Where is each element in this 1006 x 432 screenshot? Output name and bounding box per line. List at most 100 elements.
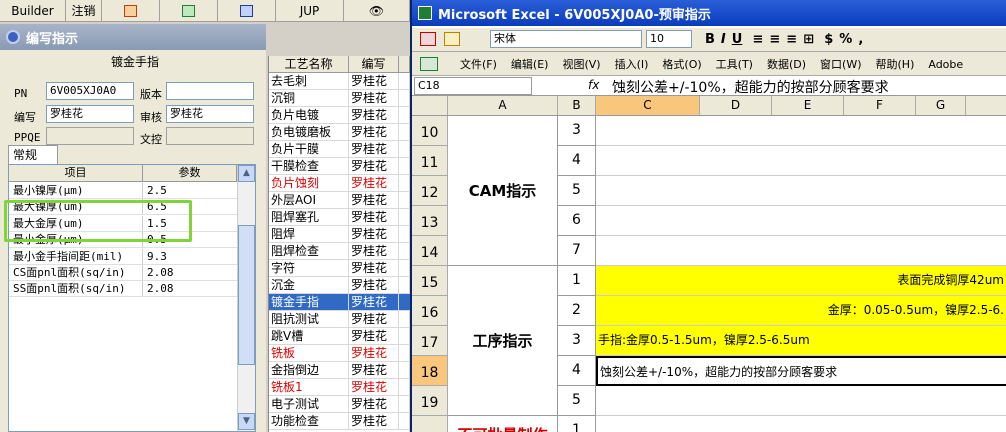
doc-icon[interactable] xyxy=(420,56,438,71)
process-row[interactable]: 铣板1 罗桂花 xyxy=(269,379,410,396)
cell-C[interactable] xyxy=(596,416,1006,432)
process-row[interactable]: 干膜检查 罗桂花 xyxy=(269,158,410,175)
row-header[interactable]: 11 xyxy=(412,146,448,176)
scroll-down-icon[interactable]: ▼ xyxy=(238,413,255,430)
col-param-header[interactable]: 参数 xyxy=(143,165,237,181)
process-row[interactable]: 铣板 罗桂花 xyxy=(269,345,410,362)
cell-B[interactable]: 2 xyxy=(558,296,596,326)
row-header[interactable]: 15 xyxy=(412,266,448,296)
row-header[interactable]: 19 xyxy=(412,386,448,416)
param-value[interactable]: 2.5 xyxy=(143,183,237,198)
jup-button[interactable]: JUP xyxy=(276,0,344,21)
param-row[interactable]: CS面pnl面积(sq/in) 2.08 xyxy=(9,265,237,281)
font-select[interactable]: 宋体 xyxy=(490,30,642,48)
eye-icon[interactable]: 👁 xyxy=(344,0,410,21)
cell-C[interactable]: 表面完成铜厚42um xyxy=(596,266,1006,296)
menu-item[interactable]: 插入(I) xyxy=(615,58,649,71)
cell-C[interactable] xyxy=(596,146,1006,176)
menu-item[interactable]: 格式(O) xyxy=(662,58,701,71)
col-writer[interactable]: 编写 xyxy=(349,56,399,72)
no-batch-cell[interactable]: 不可批量制作 xyxy=(448,416,558,432)
col-E[interactable]: E xyxy=(772,96,844,115)
process-row[interactable]: 镀金手指 罗桂花 xyxy=(269,294,410,311)
cell-B[interactable]: 7 xyxy=(558,236,596,266)
row-header[interactable] xyxy=(412,416,448,432)
process-row[interactable]: 负电镀磨板 罗桂花 xyxy=(269,124,410,141)
menu-item[interactable]: 工具(T) xyxy=(716,58,753,71)
comma-icon[interactable]: , xyxy=(858,32,863,47)
process-row[interactable]: 负片干膜 罗桂花 xyxy=(269,141,410,158)
process-row[interactable]: 沉金 罗桂花 xyxy=(269,277,410,294)
param-row[interactable]: 最小金手指间距(mil) 9.3 xyxy=(9,248,237,265)
writer-field[interactable]: 罗桂花 xyxy=(46,105,134,123)
cell-B[interactable]: 3 xyxy=(558,116,596,146)
param-value[interactable]: 2.08 xyxy=(143,281,237,296)
align-left-icon[interactable]: ≡ xyxy=(752,32,763,47)
scroll-thumb[interactable] xyxy=(238,225,255,365)
scroll-up-icon[interactable]: ▲ xyxy=(238,165,255,182)
col-B[interactable]: B xyxy=(558,96,596,115)
tab-general[interactable]: 常规 xyxy=(8,145,58,165)
excel-icon[interactable] xyxy=(160,0,218,21)
cell-C[interactable] xyxy=(596,236,1006,266)
cell-C[interactable]: 手指:金厚0.5-1.5um，镍厚2.5-6.5um xyxy=(596,326,1006,356)
col-item-header[interactable]: 项目 xyxy=(9,165,143,181)
param-row[interactable]: 最小镍厚(μm) 2.5 xyxy=(9,183,237,199)
underline-button[interactable]: U xyxy=(732,32,743,47)
cell-B[interactable]: 1 xyxy=(558,266,596,296)
menu-item[interactable]: 数据(D) xyxy=(767,58,806,71)
process-row[interactable]: 负片电镀 罗桂花 xyxy=(269,107,410,124)
row-header[interactable]: 10 xyxy=(412,116,448,146)
cell-B[interactable]: 4 xyxy=(558,146,596,176)
pn-field[interactable]: 6V005XJ0A0 xyxy=(46,82,134,100)
param-value[interactable]: 9.3 xyxy=(143,249,237,264)
process-row[interactable]: 外层AOI 罗桂花 xyxy=(269,192,410,209)
version-field[interactable] xyxy=(166,82,254,100)
col-G[interactable]: G xyxy=(916,96,966,115)
row-header[interactable]: 17 xyxy=(412,326,448,356)
powerpoint-icon[interactable] xyxy=(102,0,160,21)
menu-item[interactable]: 窗口(W) xyxy=(820,58,861,71)
cell-B[interactable]: 4 xyxy=(558,356,596,386)
col-D[interactable]: D xyxy=(700,96,772,115)
row-header[interactable]: 18 xyxy=(412,356,448,386)
menu-item[interactable]: 帮助(H) xyxy=(876,58,915,71)
formula-input[interactable]: 蚀刻公差+/-10%，超能力的按部分顾客要求 xyxy=(612,77,889,97)
menu-item[interactable]: 视图(V) xyxy=(562,58,600,71)
process-row[interactable]: 阻焊 罗桂花 xyxy=(269,226,410,243)
currency-icon[interactable]: $ xyxy=(824,32,833,47)
col-A[interactable]: A xyxy=(448,96,558,115)
review-field[interactable]: 罗桂花 xyxy=(166,105,254,123)
process-row[interactable]: 阻焊塞孔 罗桂花 xyxy=(269,209,410,226)
process-row[interactable]: 功能检查 罗桂花 xyxy=(269,413,410,430)
menu-item[interactable]: Adobe xyxy=(928,58,963,71)
col-F[interactable]: F xyxy=(844,96,916,115)
select-all-corner[interactable] xyxy=(412,96,448,115)
word-icon[interactable] xyxy=(218,0,276,21)
menu-item[interactable]: 编辑(E) xyxy=(511,58,549,71)
align-center-icon[interactable]: ≡ xyxy=(769,32,780,47)
cell-B[interactable]: 6 xyxy=(558,206,596,236)
col-process-name[interactable]: 工艺名称 xyxy=(269,56,349,72)
bold-button[interactable]: B xyxy=(705,32,715,47)
process-row[interactable]: 沉铜 罗桂花 xyxy=(269,90,410,107)
cell-B[interactable]: 1 xyxy=(558,416,596,432)
process-row[interactable]: 阻焊检查 罗桂花 xyxy=(269,243,410,260)
pdf-icon[interactable] xyxy=(420,32,436,46)
process-row[interactable]: 金指倒边 罗桂花 xyxy=(269,362,410,379)
cell-C[interactable] xyxy=(596,206,1006,236)
process-row[interactable]: 负片蚀刻 罗桂花 xyxy=(269,175,410,192)
grid-scrollbar[interactable]: ▲ ▼ xyxy=(237,165,255,431)
param-row[interactable]: SS面pnl面积(sq/in) 2.08 xyxy=(9,281,237,298)
param-value[interactable]: 2.08 xyxy=(143,265,237,280)
ppqe-field[interactable] xyxy=(46,127,134,145)
row-header[interactable]: 12 xyxy=(412,176,448,206)
cell-B[interactable]: 3 xyxy=(558,326,596,356)
process-instruction-cell[interactable]: 工序指示 xyxy=(448,266,558,416)
process-row[interactable]: 字符 罗桂花 xyxy=(269,260,410,277)
process-row[interactable]: 跳V槽 罗桂花 xyxy=(269,328,410,345)
process-row[interactable]: 阻抗测试 罗桂花 xyxy=(269,311,410,328)
process-row[interactable]: 电子测试 罗桂花 xyxy=(269,396,410,413)
name-box[interactable]: C18 xyxy=(414,77,532,95)
cell-B[interactable]: 5 xyxy=(558,176,596,206)
